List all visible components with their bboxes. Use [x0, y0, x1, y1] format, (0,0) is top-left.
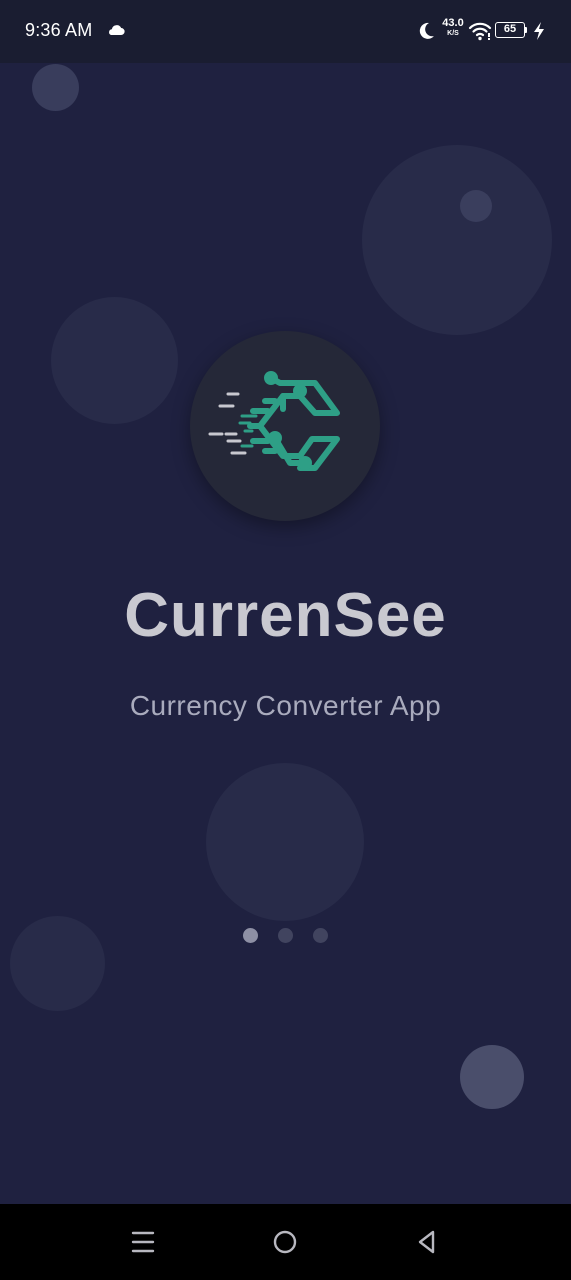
page-dot — [278, 928, 293, 943]
home-icon[interactable] — [271, 1228, 299, 1256]
network-speed: 43.0 K/S — [440, 17, 466, 38]
decorative-bubble — [32, 64, 79, 111]
app-logo — [190, 331, 380, 521]
currensee-logo-icon — [208, 371, 340, 471]
app-tagline: Currency Converter App — [129, 690, 442, 721]
decorative-bubble — [362, 145, 552, 335]
cloud-icon — [109, 25, 125, 36]
status-time: 9:36 AM — [25, 20, 93, 40]
wifi-icon — [468, 22, 492, 41]
page-dot-active — [242, 928, 258, 943]
decorative-bubble — [206, 763, 364, 921]
battery-level: 65 — [495, 22, 525, 38]
charging-bolt-icon — [534, 22, 544, 40]
back-icon[interactable] — [413, 1228, 441, 1256]
battery-cap — [525, 27, 527, 33]
page-dot — [313, 928, 329, 943]
decorative-bubble — [51, 297, 178, 424]
network-speed-unit: K/S — [447, 30, 459, 37]
menu-icon[interactable] — [129, 1228, 157, 1256]
battery-icon: 65 — [495, 22, 528, 40]
system-nav-bar — [0, 1204, 571, 1280]
network-speed-value: 43.0 — [442, 17, 464, 29]
status-bar: 9:36 AM 43.0 K/S 65 — [0, 0, 571, 63]
decorative-bubble — [460, 190, 492, 222]
app-title: CurrenSee — [124, 581, 447, 650]
page-indicator — [0, 928, 571, 944]
decorative-bubble — [460, 1045, 524, 1109]
splash-screen: 9:36 AM 43.0 K/S 65 CurrenSee Currency C… — [0, 0, 571, 1280]
moon-icon — [419, 22, 434, 39]
